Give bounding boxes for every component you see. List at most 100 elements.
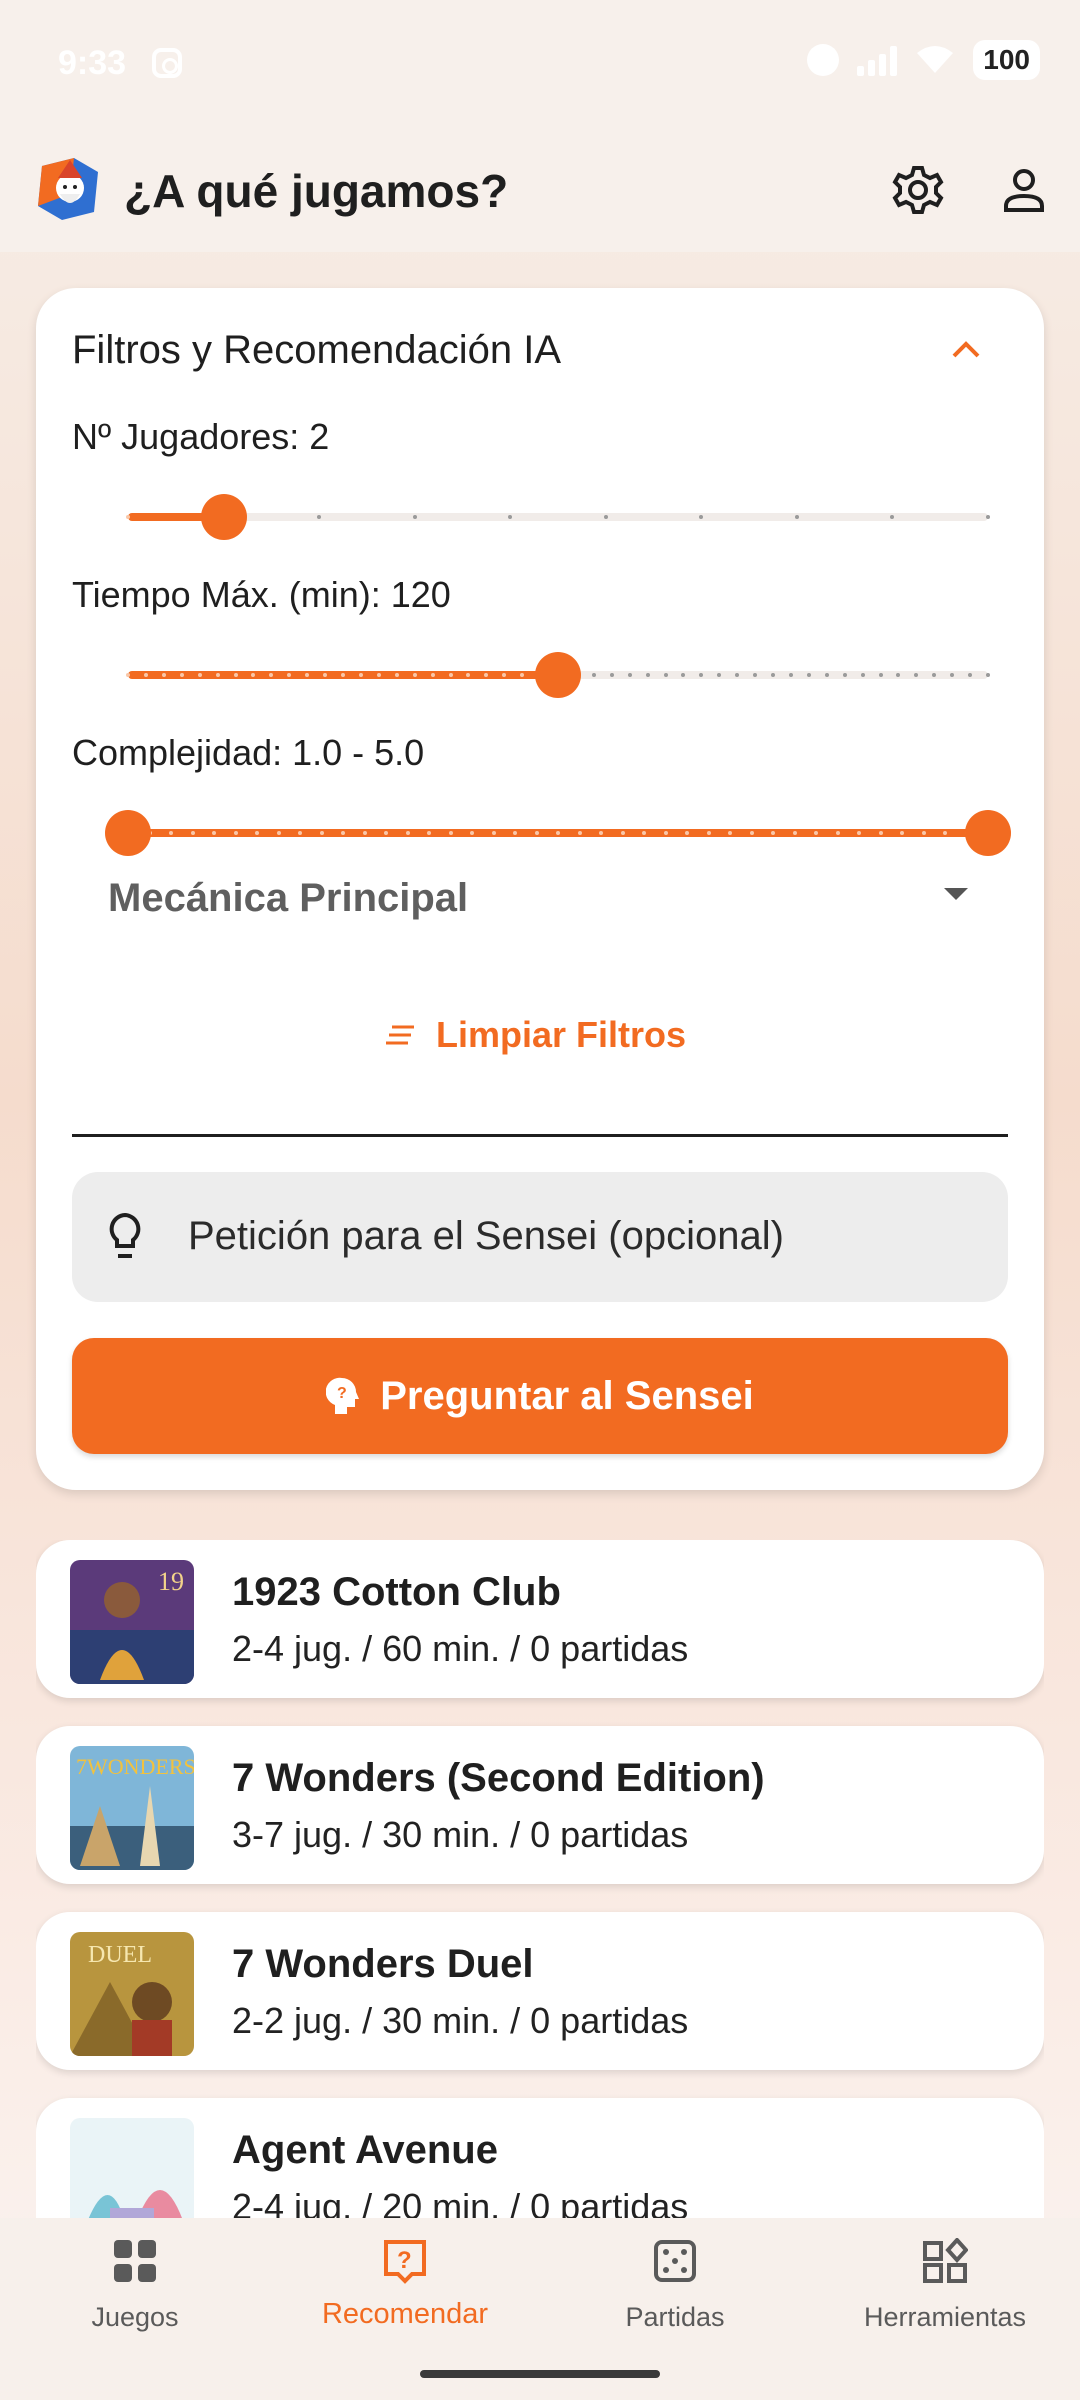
clear-all-icon	[386, 1025, 414, 1045]
slider-tick	[412, 515, 417, 519]
slider-tick	[212, 831, 216, 835]
signal-icon	[857, 44, 898, 76]
question-icon: ?	[384, 2240, 426, 2284]
status-icons: 100	[807, 40, 1040, 80]
slider-tick	[384, 831, 388, 835]
game-card[interactable]: 7WONDERS 7 Wonders (Second Edition) 3-7 …	[36, 1726, 1044, 1884]
game-card[interactable]: Agent Avenue 2-4 jug. / 20 min. / 0 part…	[36, 2098, 1044, 2220]
battery-indicator: 100	[973, 40, 1040, 80]
game-cover-image: DUEL	[70, 1932, 194, 2056]
slider-tick	[233, 673, 238, 677]
filters-card: Filtros y Recomendación IA Nº Jugadores:…	[36, 288, 1044, 1490]
sensei-request-placeholder: Petición para el Sensei (opcional)	[188, 1214, 784, 1258]
mechanic-dropdown[interactable]: Mecánica Principal	[72, 848, 1008, 948]
slider-tick	[627, 673, 632, 677]
slider-tick	[706, 831, 711, 835]
slider-tick	[126, 673, 130, 677]
slider-tick	[169, 831, 173, 835]
slider-tick	[276, 831, 281, 835]
game-card[interactable]: 19 1923 Cotton Club 2-4 jug. / 60 min. /…	[36, 1540, 1044, 1698]
slider-tick	[405, 831, 410, 835]
chevron-up-icon[interactable]	[944, 328, 988, 372]
game-cover-image	[70, 2118, 194, 2220]
slider-tick	[448, 831, 453, 835]
app-bar: ¿A qué jugamos?	[0, 126, 1080, 252]
slider-tick	[197, 673, 202, 677]
psychology-icon: ?	[326, 1377, 360, 1414]
time-slider[interactable]	[126, 644, 990, 704]
clear-filters-button[interactable]: Limpiar Filtros	[386, 1014, 686, 1056]
slider-tick	[255, 831, 259, 835]
slider-tick	[609, 673, 614, 677]
svg-text:DUEL: DUEL	[88, 1942, 152, 1968]
ask-sensei-button[interactable]: ? Preguntar al Sensei	[72, 1338, 1008, 1454]
slider-tick	[943, 831, 947, 835]
slider-tick	[556, 831, 560, 835]
game-meta: 3-7 jug. / 30 min. / 0 partidas	[232, 1814, 689, 1855]
wifi-icon	[917, 46, 954, 73]
slider-tick	[792, 831, 797, 835]
nav-item-juegos[interactable]: Juegos	[0, 2218, 270, 2400]
players-slider-thumb[interactable]	[200, 494, 247, 540]
slider-tick	[599, 831, 603, 835]
slider-tick	[921, 831, 926, 835]
slider-tick	[394, 673, 399, 677]
slider-tick	[878, 673, 883, 677]
nav-label: Recomendar	[321, 2298, 489, 2330]
game-name: 1923 Cotton Club	[232, 1570, 561, 1614]
slider-tick	[126, 515, 130, 519]
players-label: Nº Jugadores: 2	[72, 416, 330, 457]
slider-tick	[470, 831, 474, 835]
slider-tick	[728, 831, 732, 835]
sensei-request-input[interactable]: Petición para el Sensei (opcional)	[72, 1172, 1008, 1302]
svg-text:7WONDERS: 7WONDERS	[76, 1754, 194, 1779]
person-icon[interactable]	[998, 164, 1050, 216]
slider-tick	[857, 831, 861, 835]
slider-tick	[642, 831, 646, 835]
slider-tick	[842, 673, 847, 677]
slider-tick	[824, 673, 829, 677]
slider-tick	[900, 831, 904, 835]
game-name: 7 Wonders (Second Edition)	[232, 1756, 765, 1800]
svg-text:?: ?	[337, 1385, 347, 1402]
slider-tick	[860, 673, 865, 677]
dropdown-arrow-icon	[944, 888, 968, 900]
slider-tick	[358, 673, 363, 677]
slider-tick	[986, 515, 990, 519]
gear-icon[interactable]	[892, 164, 944, 216]
time-slider-thumb[interactable]	[535, 652, 581, 698]
grid-icon	[114, 2240, 156, 2282]
game-meta: 2-4 jug. / 60 min. / 0 partidas	[232, 1628, 689, 1669]
slider-tick	[319, 831, 324, 835]
status-time: 9:33	[58, 44, 127, 82]
home-indicator[interactable]	[420, 2370, 660, 2378]
slider-tick	[814, 831, 818, 835]
slider-tick	[620, 831, 625, 835]
game-name: 7 Wonders Duel	[232, 1942, 534, 1986]
dice-icon	[654, 2240, 696, 2282]
instagram-notification-icon	[152, 48, 182, 78]
game-name: Agent Avenue	[232, 2128, 498, 2172]
slider-tick	[685, 831, 689, 835]
slider-tick	[771, 673, 775, 677]
app-logo-icon	[38, 158, 98, 220]
slider-tick	[233, 831, 238, 835]
svg-text:?: ?	[397, 2247, 412, 2274]
slider-tick	[412, 673, 417, 677]
nav-item-herramientas[interactable]: Herramientas	[810, 2218, 1080, 2400]
game-cover-image: 19	[70, 1560, 194, 1684]
clear-filters-label: Limpiar Filtros	[436, 1014, 687, 1055]
complexity-label: Complejidad: 1.0 - 5.0	[72, 732, 425, 773]
svg-text:19: 19	[158, 1567, 184, 1596]
players-slider[interactable]	[126, 486, 990, 546]
time-label: Tiempo Máx. (min): 120	[72, 574, 451, 615]
mechanic-dropdown-label: Mecánica Principal	[108, 876, 469, 920]
slider-tick	[591, 673, 596, 677]
slider-tick	[341, 673, 345, 677]
slider-tick	[577, 831, 582, 835]
game-card[interactable]: DUEL 7 Wonders Duel 2-2 jug. / 30 min. /…	[36, 1912, 1044, 2070]
game-list: 19 1923 Cotton Club 2-4 jug. / 60 min. /…	[36, 1540, 1044, 2220]
slider-tick	[835, 831, 840, 835]
filters-title: Filtros y Recomendación IA	[72, 328, 562, 372]
slider-tick	[663, 673, 668, 677]
